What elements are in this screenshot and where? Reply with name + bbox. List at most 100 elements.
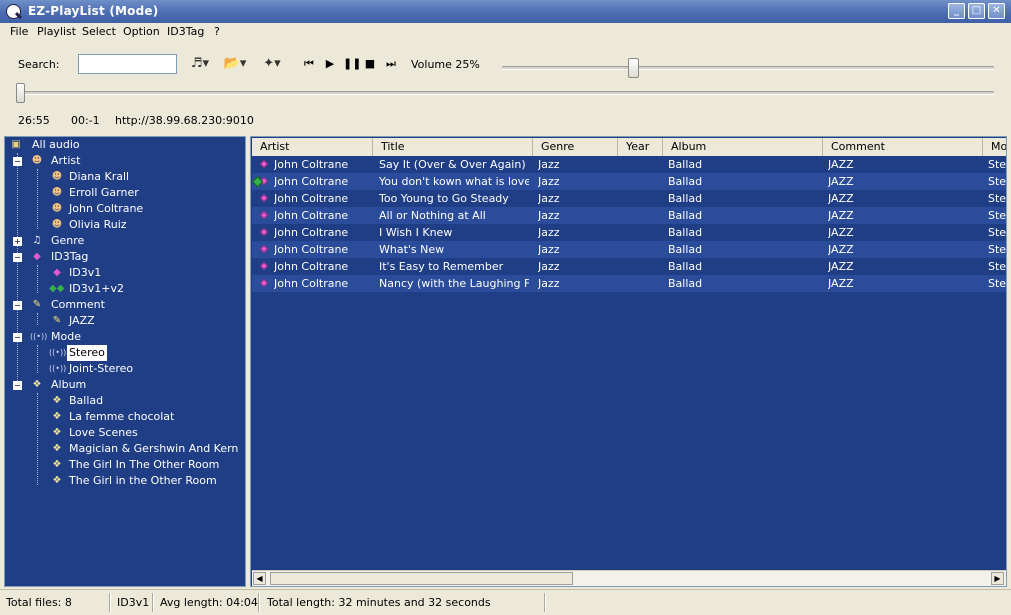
cell-comment: JAZZ — [828, 260, 854, 273]
window-title: EZ-PlayList (Mode) — [28, 4, 159, 18]
column-header-album[interactable]: Album — [663, 138, 823, 156]
tree-item-artist[interactable]: − ☻ Artist — [5, 153, 239, 169]
tree-item-stereo[interactable]: ((•)) Stereo — [5, 345, 239, 361]
volume-slider-track[interactable] — [502, 66, 994, 70]
table-row[interactable]: John Coltrane You don't kown what is love… — [252, 173, 1006, 190]
tree-item-genre[interactable]: + ♫ Genre — [5, 233, 239, 249]
tree-item-album-la-femme-chocolat[interactable]: ❖ La femme chocolat — [5, 409, 239, 425]
cell-mode: Ste — [988, 243, 1007, 256]
table-row[interactable]: John Coltrane Nancy (with the Laughing Fa… — [252, 275, 1006, 292]
tree-item-john-coltrane[interactable]: ☻ John Coltrane — [5, 201, 239, 217]
table-row[interactable]: John Coltrane Say It (Over & Over Again) J… — [252, 156, 1006, 173]
cell-genre: Jazz — [538, 209, 560, 222]
menu-id3tag[interactable]: ID3Tag — [167, 25, 204, 38]
seek-slider-thumb[interactable] — [16, 83, 25, 103]
collapse-icon[interactable]: − — [13, 253, 22, 262]
tree-item-all-audio[interactable]: ▣ All audio — [9, 137, 239, 153]
tree-item-erroll-garner[interactable]: ☻ Erroll Garner — [5, 185, 239, 201]
stop-icon[interactable]: ■ — [364, 55, 376, 73]
collapse-icon[interactable]: − — [13, 333, 22, 342]
column-header-title[interactable]: Title — [373, 138, 533, 156]
position-readout: 00:-1 — [71, 114, 100, 127]
column-header-year[interactable]: Year — [618, 138, 663, 156]
column-header-mode[interactable]: Mo — [983, 138, 1006, 156]
elapsed-time: 26:55 — [18, 114, 50, 127]
horizontal-scrollbar[interactable]: ◀ ▶ — [252, 570, 1006, 586]
menu-option[interactable]: Option — [123, 25, 160, 38]
cell-title: Say It (Over & Over Again) — [379, 158, 526, 171]
scroll-left-icon[interactable]: ◀ — [253, 572, 266, 585]
tree-item-jazz[interactable]: ✎ JAZZ — [5, 313, 239, 329]
magic-wand-icon[interactable]: ✦▾ — [260, 55, 284, 73]
tree-item-album-love-scenes[interactable]: ❖ Love Scenes — [5, 425, 239, 441]
tree-item-album-ballad[interactable]: ❖ Ballad — [5, 393, 239, 409]
cell-title: I Wish I Knew — [379, 226, 453, 239]
comment-icon: ✎ — [52, 315, 62, 326]
cell-artist: John Coltrane — [274, 192, 349, 205]
list-header: Artist Title Genre Year Album Comment Mo — [252, 138, 1006, 156]
tree-item-album-the-girl-in-the-other-room[interactable]: ❖ The Girl In The Other Room — [5, 457, 239, 473]
cell-artist: John Coltrane — [274, 226, 349, 239]
menu-select[interactable]: Select — [82, 25, 116, 38]
previous-track-icon[interactable]: ⏮ — [303, 55, 315, 73]
close-button[interactable]: ✕ — [988, 3, 1005, 19]
minimize-button[interactable]: _ — [948, 3, 965, 19]
menu-file[interactable]: File — [10, 25, 28, 38]
collapse-icon[interactable]: − — [13, 381, 22, 390]
cell-comment: JAZZ — [828, 277, 854, 290]
expand-icon[interactable]: + — [13, 237, 22, 246]
cell-mode: Ste — [988, 192, 1007, 205]
scroll-right-icon[interactable]: ▶ — [991, 572, 1004, 585]
tree-item-album-the-girl-in-the-other-room-2[interactable]: ❖ The Girl in the Other Room — [5, 473, 239, 489]
cell-genre: Jazz — [538, 226, 560, 239]
tree-item-id3v1-v2[interactable]: ◆◆ ID3v1+v2 — [5, 281, 239, 297]
cell-title: Nancy (with the Laughing Fa... — [379, 277, 529, 290]
artist-icon: ☻ — [31, 155, 43, 166]
tree-item-olivia-ruiz[interactable]: ☻ Olivia Ruiz — [5, 217, 239, 233]
collapse-icon[interactable]: − — [13, 301, 22, 310]
cell-comment: JAZZ — [828, 158, 854, 171]
cell-album: Ballad — [668, 260, 703, 273]
cell-genre: Jazz — [538, 260, 560, 273]
search-input[interactable] — [78, 54, 177, 74]
tag-icon: ◆ — [33, 251, 41, 262]
tree-item-comment[interactable]: − ✎ Comment — [5, 297, 239, 313]
artist-icon: ☻ — [51, 187, 63, 198]
table-row[interactable]: John Coltrane Too Young to Go Steady Jazz B… — [252, 190, 1007, 207]
menu-help[interactable]: ? — [214, 25, 220, 38]
next-track-icon[interactable]: ⏭ — [385, 55, 397, 73]
table-row[interactable]: John Coltrane It's Easy to Remember Jazz Ba… — [252, 258, 1006, 275]
volume-slider-thumb[interactable] — [628, 58, 639, 78]
play-icon[interactable]: ▶ — [324, 55, 336, 73]
artist-filter-icon[interactable]: ♬▾ — [188, 55, 212, 73]
open-folder-icon[interactable]: 📂▾ — [223, 55, 247, 73]
tree-item-album[interactable]: − ❖ Album — [5, 377, 239, 393]
column-header-genre[interactable]: Genre — [533, 138, 618, 156]
tree-item-id3tag[interactable]: − ◆ ID3Tag — [5, 249, 239, 265]
scrollbar-thumb[interactable] — [270, 572, 573, 585]
table-row[interactable]: John Coltrane I Wish I Knew Jazz Ballad JAZZ… — [252, 224, 1006, 241]
column-header-artist[interactable]: Artist — [252, 138, 373, 156]
cell-album: Ballad — [668, 192, 703, 205]
tree-item-album-magician[interactable]: ❖ Magician & Gershwin And Kern — [5, 441, 239, 457]
tree-item-joint-stereo[interactable]: ((•)) Joint-Stereo — [5, 361, 239, 377]
album-disc-icon: ❖ — [52, 427, 62, 438]
status-total-files: Total files: 8 — [6, 596, 72, 609]
column-header-comment[interactable]: Comment — [823, 138, 983, 156]
title-bar: EZ-PlayList (Mode) _ □ ✕ — [0, 0, 1011, 23]
cell-genre: Jazz — [538, 158, 560, 171]
tree-item-diana-krall[interactable]: ☻ Diana Krall — [5, 169, 239, 185]
collapse-icon[interactable]: − — [13, 157, 22, 166]
speaker-wave-icon: ((•)) — [30, 332, 48, 341]
tree-item-id3v1[interactable]: ◆ ID3v1 — [5, 265, 239, 281]
maximize-button[interactable]: □ — [968, 3, 985, 19]
menu-playlist[interactable]: Playlist — [37, 25, 76, 38]
cell-title: What's New — [379, 243, 445, 256]
pause-icon[interactable]: ❚❚ — [343, 55, 361, 73]
table-row[interactable]: John Coltrane All or Nothing at All Jazz Ba… — [252, 207, 1006, 224]
tree-item-mode[interactable]: − ((•)) Mode — [5, 329, 239, 345]
seek-slider-track[interactable] — [17, 91, 994, 95]
table-row[interactable]: John Coltrane What's New Jazz Ballad JAZZ Ste — [252, 241, 1007, 258]
tag-icon — [259, 159, 269, 169]
artist-icon: ☻ — [51, 219, 63, 230]
